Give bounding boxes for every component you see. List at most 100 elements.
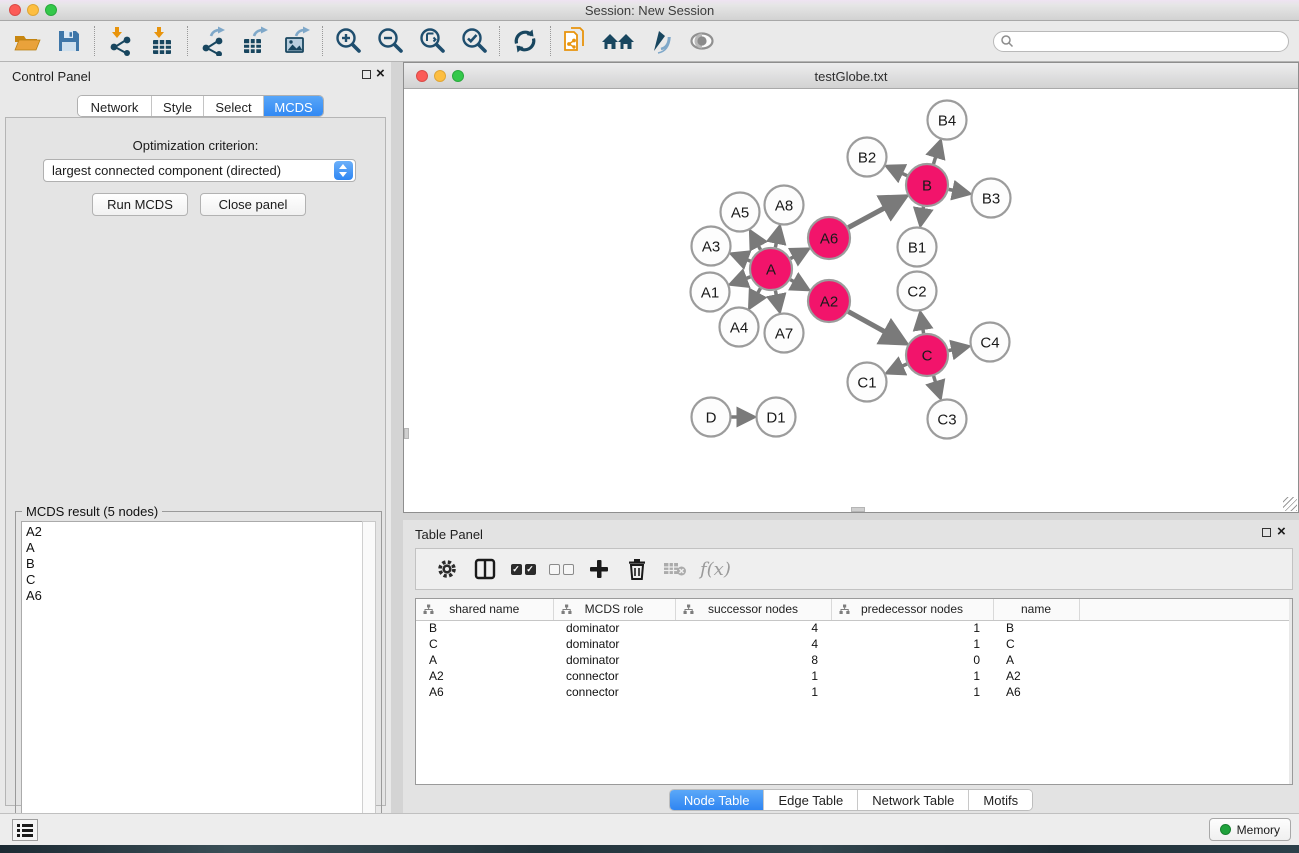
network-vertical-scrollbar[interactable]	[404, 428, 409, 439]
mcds-result-item[interactable]: A	[26, 540, 363, 556]
cell-name[interactable]: A	[993, 652, 1079, 668]
edge-C-C2[interactable]	[921, 314, 924, 333]
save-session-icon[interactable]	[48, 23, 90, 59]
edge-C-C3[interactable]	[934, 376, 940, 397]
cell-MCDS-role[interactable]: connector	[553, 668, 675, 684]
cell-shared-name[interactable]: A2	[416, 668, 553, 684]
tab-node-table[interactable]: Node Table	[670, 790, 765, 810]
deselect-all-checkboxes-icon[interactable]	[542, 551, 580, 587]
edge-A-A1[interactable]	[732, 277, 751, 284]
node-table[interactable]: shared nameMCDS rolesuccessor nodesprede…	[416, 599, 1293, 700]
task-history-list-icon[interactable]	[12, 819, 38, 841]
node-A8[interactable]: A8	[765, 186, 804, 225]
tab-edge-table[interactable]: Edge Table	[764, 790, 858, 810]
edge-B-B2[interactable]	[888, 167, 907, 176]
edge-A-A2[interactable]	[790, 280, 807, 289]
cell-successor-nodes[interactable]: 1	[675, 684, 831, 700]
edge-A-A5[interactable]	[751, 233, 760, 250]
cell-shared-name[interactable]: A6	[416, 684, 553, 700]
cell-shared-name[interactable]: C	[416, 636, 553, 652]
edge-A2-C[interactable]	[848, 312, 904, 343]
table-row[interactable]: A6connector11A6	[416, 684, 1293, 700]
node-B1[interactable]: B1	[898, 228, 937, 267]
hide-annotations-icon[interactable]	[639, 23, 681, 59]
node-C2[interactable]: C2	[898, 272, 937, 311]
node-A4[interactable]: A4	[720, 308, 759, 347]
zoom-out-icon[interactable]	[369, 23, 411, 59]
node-C1[interactable]: C1	[848, 363, 887, 402]
edge-A-A3[interactable]	[733, 254, 751, 261]
float-panel-icon[interactable]	[362, 70, 371, 79]
table-options-gear-icon[interactable]	[428, 551, 466, 587]
memory-button[interactable]: Memory	[1209, 818, 1291, 841]
show-column-icon[interactable]	[466, 551, 504, 587]
network-horizontal-scrollbar[interactable]	[851, 507, 865, 512]
node-A6[interactable]: A6	[808, 217, 850, 259]
node-A1[interactable]: A1	[691, 273, 730, 312]
cell-MCDS-role[interactable]: dominator	[553, 652, 675, 668]
mcds-result-item[interactable]: C	[26, 572, 363, 588]
cell-predecessor-nodes[interactable]: 1	[831, 684, 993, 700]
column-header-name[interactable]: name	[993, 599, 1079, 620]
edge-A-A8[interactable]	[775, 228, 779, 248]
show-home-icon[interactable]	[597, 23, 639, 59]
delete-column-trash-icon[interactable]	[618, 551, 656, 587]
cell-successor-nodes[interactable]: 4	[675, 636, 831, 652]
tab-mcds[interactable]: MCDS	[264, 96, 323, 117]
node-B4[interactable]: B4	[928, 101, 967, 140]
node-A2[interactable]: A2	[808, 280, 850, 322]
export-network-icon[interactable]	[192, 23, 234, 59]
node-C3[interactable]: C3	[928, 400, 967, 439]
search-input[interactable]	[993, 31, 1289, 52]
table-row[interactable]: Cdominator41C	[416, 636, 1293, 652]
edge-C-C1[interactable]	[888, 364, 907, 372]
tab-style[interactable]: Style	[152, 96, 204, 117]
node-B3[interactable]: B3	[972, 179, 1011, 218]
node-A[interactable]: A	[750, 248, 792, 290]
table-scrollbar[interactable]	[1289, 599, 1292, 785]
edge-A6-B[interactable]	[848, 198, 903, 228]
edge-B-B1[interactable]	[921, 207, 924, 224]
column-header-MCDS-role[interactable]: MCDS role	[553, 599, 675, 620]
cell-predecessor-nodes[interactable]: 1	[831, 668, 993, 684]
table-row[interactable]: Bdominator41B	[416, 620, 1293, 636]
mcds-result-list[interactable]: A2ABCA6	[21, 521, 364, 851]
export-image-icon[interactable]	[276, 23, 318, 59]
cell-MCDS-role[interactable]: dominator	[553, 620, 675, 636]
run-mcds-button[interactable]: Run MCDS	[92, 193, 188, 216]
column-header-predecessor-nodes[interactable]: predecessor nodes	[831, 599, 993, 620]
import-table-icon[interactable]	[141, 23, 183, 59]
node-C[interactable]: C	[906, 334, 948, 376]
node-D[interactable]: D	[692, 398, 731, 437]
close-panel-button[interactable]: Close panel	[200, 193, 306, 216]
edge-A-A6[interactable]	[790, 250, 807, 259]
edge-C-C4[interactable]	[949, 347, 968, 351]
open-network-file-icon[interactable]	[555, 23, 597, 59]
edge-B-B3[interactable]	[949, 189, 969, 193]
node-D1[interactable]: D1	[757, 398, 796, 437]
mcds-list-scrollbar[interactable]	[362, 521, 376, 851]
cell-MCDS-role[interactable]: connector	[553, 684, 675, 700]
cell-shared-name[interactable]: B	[416, 620, 553, 636]
open-file-icon[interactable]	[6, 23, 48, 59]
cell-shared-name[interactable]: A	[416, 652, 553, 668]
mcds-result-item[interactable]: A2	[26, 524, 363, 540]
import-network-icon[interactable]	[99, 23, 141, 59]
tab-network-table[interactable]: Network Table	[858, 790, 969, 810]
node-C4[interactable]: C4	[971, 323, 1010, 362]
add-column-icon[interactable]	[580, 551, 618, 587]
show-view-eye-icon[interactable]	[681, 23, 723, 59]
zoom-in-icon[interactable]	[327, 23, 369, 59]
cell-successor-nodes[interactable]: 8	[675, 652, 831, 668]
cell-MCDS-role[interactable]: dominator	[553, 636, 675, 652]
tab-motifs[interactable]: Motifs	[969, 790, 1032, 810]
cell-successor-nodes[interactable]: 4	[675, 620, 831, 636]
tab-select[interactable]: Select	[204, 96, 264, 117]
criterion-dropdown[interactable]: largest connected component (directed)	[43, 159, 356, 182]
column-header-successor-nodes[interactable]: successor nodes	[675, 599, 831, 620]
cell-name[interactable]: A2	[993, 668, 1079, 684]
float-panel-icon[interactable]	[1262, 528, 1271, 537]
mcds-result-item[interactable]: A6	[26, 588, 363, 604]
network-canvas[interactable]: B4B2BB3A5A8A6A3B1AA1C2A2A4A7C4CC1DD1C3	[404, 89, 1298, 512]
edge-A-A4[interactable]	[750, 288, 760, 306]
